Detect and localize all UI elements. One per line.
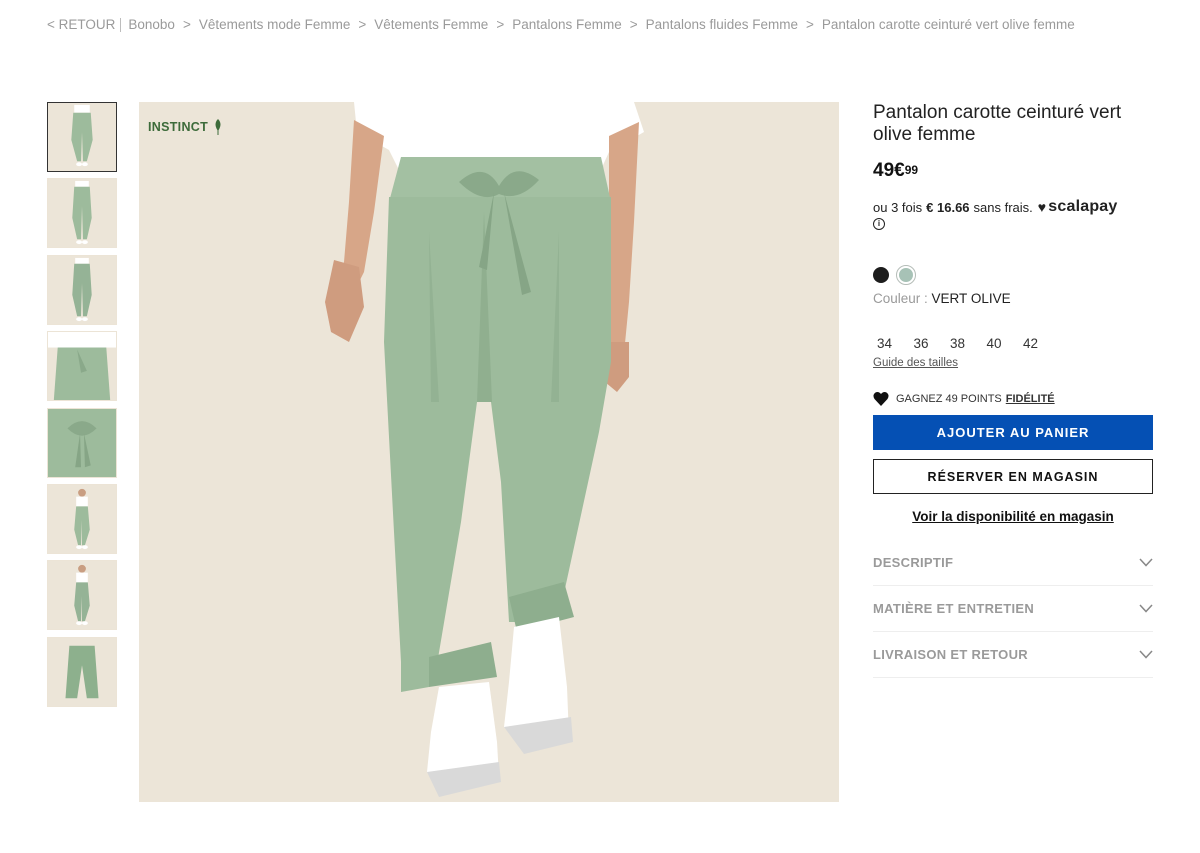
accordion-label: MATIÈRE ET ENTRETIEN <box>873 601 1035 616</box>
thumbnail-8[interactable] <box>47 636 117 707</box>
size-40[interactable]: 40 <box>983 336 1020 351</box>
accordion-label: LIVRAISON ET RETOUR <box>873 647 1028 662</box>
scalapay-logo: ♥ scalapay <box>1038 198 1118 216</box>
breadcrumb-item-current: Pantalon carotte ceinturé vert olive fem… <box>821 17 1075 32</box>
size-42[interactable]: 42 <box>1019 336 1056 351</box>
product-photo <box>139 102 839 802</box>
brand-badge: INSTINCT <box>148 119 223 135</box>
loyalty-text: GAGNEZ 49 POINTS <box>896 393 1002 405</box>
size-selector: 34 36 38 40 42 <box>873 336 1153 351</box>
leaf-icon <box>215 119 221 135</box>
installment-info: ou 3 fois € 16.66 sans frais. ♥ scalapay <box>873 198 1153 216</box>
info-icon[interactable]: i <box>873 218 885 230</box>
swatch-black[interactable] <box>873 267 889 283</box>
main-product-image[interactable]: INSTINCT <box>139 102 839 802</box>
breadcrumb-item-pantalons-fluides[interactable]: Pantalons fluides Femme <box>646 17 798 32</box>
thumbnail-6[interactable] <box>47 483 117 554</box>
breadcrumb-separator: > <box>806 17 814 32</box>
thumbnail-7[interactable] <box>47 560 117 631</box>
breadcrumb-item-pantalons-femme[interactable]: Pantalons Femme <box>512 17 622 32</box>
product-panel: Pantalon carotte ceinturé vert olive fem… <box>873 102 1153 678</box>
size-38[interactable]: 38 <box>946 336 983 351</box>
size-guide-link[interactable]: Guide des tailles <box>873 357 958 369</box>
store-availability-link[interactable]: Voir la disponibilité en magasin <box>873 509 1153 524</box>
accordion-matiere[interactable]: MATIÈRE ET ENTRETIEN <box>873 586 1153 632</box>
breadcrumb-separator: > <box>182 17 191 32</box>
accordion-livraison[interactable]: LIVRAISON ET RETOUR <box>873 632 1153 678</box>
product-price: 49€ 99 <box>873 160 1153 182</box>
thumbnail-4[interactable] <box>47 331 117 402</box>
installment-suffix: sans frais. <box>973 199 1033 215</box>
price-cents: 99 <box>904 163 919 177</box>
accordion-label: DESCRIPTIF <box>873 555 954 570</box>
reserve-in-store-button[interactable]: RÉSERVER EN MAGASIN <box>873 459 1153 494</box>
chevron-down-icon <box>1139 650 1153 659</box>
breadcrumb-item-bonobo[interactable]: Bonobo <box>128 17 175 32</box>
chevron-down-icon <box>1139 604 1153 613</box>
price-main: 49€ <box>873 160 905 181</box>
swatch-vert-olive[interactable] <box>896 265 916 285</box>
add-to-cart-button[interactable]: AJOUTER AU PANIER <box>873 415 1153 450</box>
breadcrumb: < RETOUR Bonobo > Vêtements mode Femme >… <box>47 17 1075 32</box>
installment-amount: € 16.66 <box>926 199 970 215</box>
loyalty-link[interactable]: FIDÉLITÉ <box>1006 393 1055 405</box>
thumbnail-1[interactable] <box>47 102 117 172</box>
thumbnail-3[interactable] <box>47 254 117 325</box>
thumbnail-list <box>47 102 117 713</box>
size-36[interactable]: 36 <box>910 336 947 351</box>
product-title: Pantalon carotte ceinturé vert olive fem… <box>873 102 1122 145</box>
breadcrumb-separator: > <box>358 17 367 32</box>
color-value: VERT OLIVE <box>931 291 1011 306</box>
color-label: Couleur : <box>873 291 928 306</box>
thumbnail-5[interactable] <box>47 407 117 478</box>
back-link[interactable]: < RETOUR <box>47 17 115 32</box>
product-accordion: DESCRIPTIF MATIÈRE ET ENTRETIEN LIVRAISO… <box>873 540 1153 678</box>
breadcrumb-item-vetements-mode-femme[interactable]: Vêtements mode Femme <box>199 17 351 32</box>
heart-icon: ♥ <box>1037 199 1047 215</box>
accordion-descriptif[interactable]: DESCRIPTIF <box>873 540 1153 586</box>
loyalty-banner: GAGNEZ 49 POINTS FIDÉLITÉ <box>873 391 1153 407</box>
breadcrumb-divider <box>120 17 122 32</box>
heart-badge-icon <box>873 392 889 406</box>
breadcrumb-separator: > <box>629 17 638 32</box>
breadcrumb-item-vetements-femme[interactable]: Vêtements Femme <box>374 17 488 32</box>
breadcrumb-separator: > <box>496 17 505 32</box>
color-swatches <box>873 265 1153 285</box>
chevron-down-icon <box>1139 558 1153 567</box>
size-34[interactable]: 34 <box>873 336 910 351</box>
brand-badge-label: INSTINCT <box>148 120 209 134</box>
installment-prefix: ou 3 fois <box>873 199 923 215</box>
color-line: Couleur : VERT OLIVE <box>873 291 1153 306</box>
thumbnail-2[interactable] <box>47 178 117 249</box>
scalapay-label: scalapay <box>1048 198 1118 215</box>
